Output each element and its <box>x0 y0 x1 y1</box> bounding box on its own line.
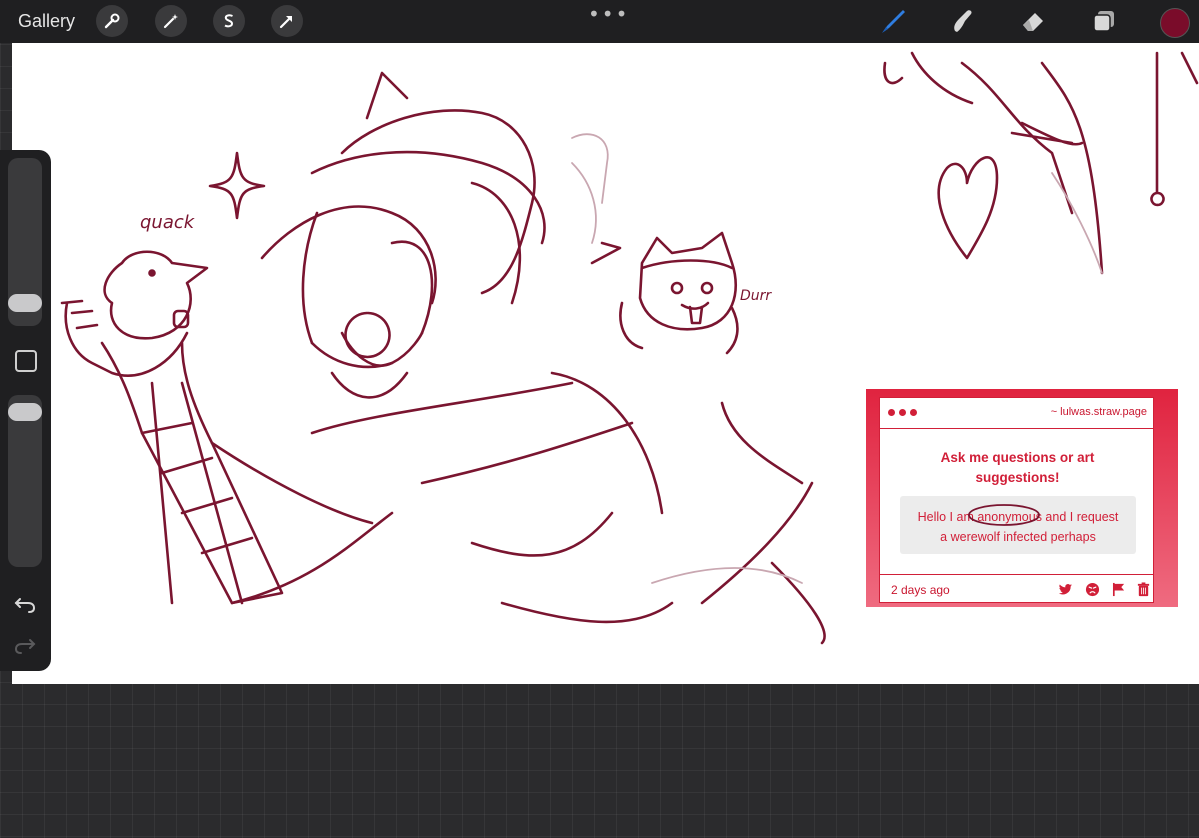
ask-question-text: Ask me questions or art suggestions! <box>920 448 1115 488</box>
gallery-button[interactable]: Gallery <box>18 11 75 32</box>
brush-icon <box>882 10 905 33</box>
circle-annotation <box>968 504 1040 526</box>
window-dot-icon <box>888 409 895 416</box>
magic-wand-icon <box>163 14 178 29</box>
drawing-canvas[interactable]: quack Durr dumb <box>12 43 1199 684</box>
top-toolbar: Gallery ••• <box>0 0 1199 43</box>
more-options-icon[interactable]: ••• <box>588 2 629 26</box>
smudge-icon <box>954 10 972 32</box>
ask-card-header: ~ lulwas.straw.page <box>880 398 1153 429</box>
undo-icon[interactable] <box>12 593 38 615</box>
ask-question-line2: suggestions! <box>975 470 1060 485</box>
durr-label: Durr <box>740 288 772 304</box>
brush-tool[interactable] <box>878 6 908 36</box>
quack-label: quack <box>140 212 196 233</box>
adjustments-button[interactable] <box>155 5 187 37</box>
smudge-tool[interactable] <box>948 6 978 36</box>
angry-face-icon[interactable] <box>1085 582 1100 597</box>
actions-button[interactable] <box>96 5 128 37</box>
trash-icon[interactable] <box>1136 582 1151 597</box>
window-dot-icon <box>910 409 917 416</box>
modify-square-icon[interactable] <box>15 350 37 372</box>
layers-icon <box>1093 11 1114 32</box>
ask-card-footer: 2 days ago <box>880 574 1153 603</box>
ask-question-line1: Ask me questions or art <box>940 450 1095 465</box>
layers-tool[interactable] <box>1089 6 1119 36</box>
ask-timestamp: 2 days ago <box>891 583 950 597</box>
window-dot-icon <box>899 409 906 416</box>
ask-domain: ~ lulwas.straw.page <box>1050 406 1147 418</box>
eraser-tool[interactable] <box>1018 6 1048 36</box>
ask-question-card: ~ lulwas.straw.page Ask me questions or … <box>866 389 1178 607</box>
ask-message-line2: a werewolf infected perhaps <box>940 530 1096 544</box>
eraser-icon <box>1023 13 1043 31</box>
left-sidebar <box>0 150 51 671</box>
redo-icon[interactable] <box>12 634 38 656</box>
transform-button[interactable] <box>271 5 303 37</box>
twitter-icon[interactable] <box>1058 582 1073 597</box>
selection-button[interactable] <box>213 5 245 37</box>
opacity-knob[interactable] <box>8 403 42 421</box>
wrench-icon <box>104 13 120 29</box>
selection-s-icon <box>224 14 234 28</box>
flag-icon[interactable] <box>1111 582 1126 597</box>
ask-card-panel: ~ lulwas.straw.page Ask me questions or … <box>879 397 1154 603</box>
brush-size-knob[interactable] <box>8 294 42 312</box>
ask-message-bubble: Hello I am anonymous and I request a wer… <box>900 496 1136 554</box>
color-swatch[interactable] <box>1160 8 1190 38</box>
transform-arrow-icon <box>279 16 292 29</box>
